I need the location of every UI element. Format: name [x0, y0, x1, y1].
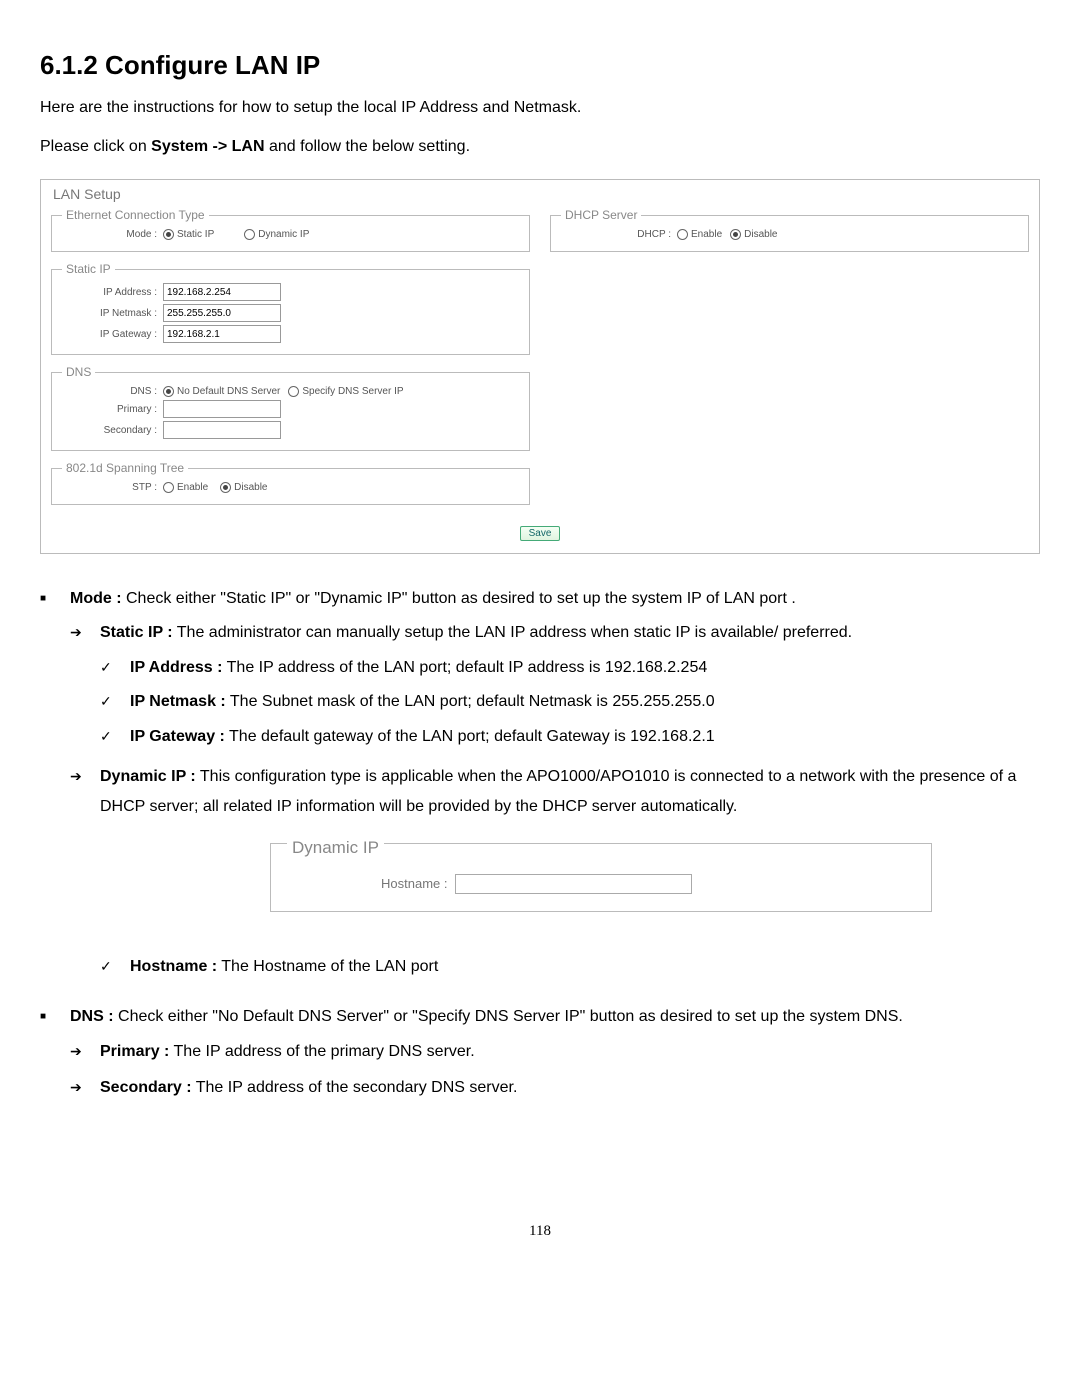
dyn-desc-title: Dynamic IP :: [100, 768, 196, 785]
mode-desc-text: Check either "Static IP" or "Dynamic IP"…: [122, 590, 796, 607]
intro-paragraph-2: Please click on System -> LAN and follow…: [40, 135, 1040, 159]
sec-desc-text: The IP address of the secondary DNS serv…: [192, 1079, 518, 1096]
dhcp-enable-radio[interactable]: [677, 229, 688, 240]
lan-setup-title: LAN Setup: [53, 186, 1029, 202]
stp-label: STP :: [62, 482, 163, 493]
stp-enable-radio[interactable]: [163, 482, 174, 493]
dhcp-disable-radio[interactable]: [730, 229, 741, 240]
ipnet-desc-text: The Subnet mask of the LAN port; default…: [226, 693, 715, 710]
dhcp-legend: DHCP Server: [561, 208, 641, 222]
ip-netmask-desc-item: IP Netmask : The Subnet mask of the LAN …: [100, 687, 1040, 717]
stp-legend: 802.1d Spanning Tree: [62, 461, 188, 475]
prim-desc-text: The IP address of the primary DNS server…: [169, 1043, 474, 1060]
ipaddr-desc-title: IP Address :: [130, 659, 222, 676]
stp-disable-label: Disable: [234, 482, 267, 493]
dyn-desc-text: This configuration type is applicable wh…: [100, 768, 1016, 815]
ip-gateway-label: IP Gateway :: [62, 329, 163, 340]
dns-primary-label: Primary :: [62, 404, 163, 415]
ipaddr-desc-text: The IP address of the LAN port; default …: [222, 659, 707, 676]
hostname-input[interactable]: [455, 874, 692, 894]
dns-legend: DNS: [62, 365, 95, 379]
prim-desc-title: Primary :: [100, 1043, 169, 1060]
static-ip-legend: Static IP: [62, 262, 115, 276]
mode-dynamic-radio[interactable]: [244, 229, 255, 240]
dns-description-item: DNS : Check either "No Default DNS Serve…: [40, 1002, 1040, 1103]
dns-fieldset: DNS DNS : No Default DNS Server Specify …: [51, 365, 530, 451]
host-desc-text: The Hostname of the LAN port: [217, 958, 438, 975]
ip-address-input[interactable]: [163, 283, 281, 301]
dns-no-default-label: No Default DNS Server: [177, 386, 280, 397]
static-ip-fieldset: Static IP IP Address : IP Netmask : IP G…: [51, 262, 530, 355]
ip-address-desc-item: IP Address : The IP address of the LAN p…: [100, 653, 1040, 683]
ipnet-desc-title: IP Netmask :: [130, 693, 226, 710]
page-heading: 6.1.2 Configure LAN IP: [40, 50, 1040, 81]
dns-primary-input[interactable]: [163, 400, 281, 418]
dns-no-default-radio[interactable]: [163, 386, 174, 397]
intro2-bold: System -> LAN: [151, 138, 264, 155]
static-desc-title: Static IP :: [100, 624, 173, 641]
mode-static-label: Static IP: [177, 229, 214, 240]
secondary-desc-item: Secondary : The IP address of the second…: [70, 1073, 1040, 1103]
dynamic-ip-box: Dynamic IP Hostname :: [270, 843, 932, 912]
ipgw-desc-title: IP Gateway :: [130, 728, 225, 745]
dns-specify-label: Specify DNS Server IP: [302, 386, 403, 397]
ip-netmask-input[interactable]: [163, 304, 281, 322]
ip-netmask-label: IP Netmask :: [62, 308, 163, 319]
dhcp-server-fieldset: DHCP Server DHCP : Enable Disable: [550, 208, 1029, 252]
primary-desc-item: Primary : The IP address of the primary …: [70, 1037, 1040, 1067]
dynamic-ip-description-item: Dynamic IP : This configuration type is …: [70, 762, 1040, 982]
intro2-prefix: Please click on: [40, 138, 151, 155]
dhcp-enable-label: Enable: [691, 229, 722, 240]
page-number: 118: [40, 1223, 1040, 1240]
dns-desc-title: DNS :: [70, 1008, 114, 1025]
stp-enable-label: Enable: [177, 482, 208, 493]
ip-gateway-input[interactable]: [163, 325, 281, 343]
lan-setup-panel: LAN Setup Ethernet Connection Type Mode …: [40, 179, 1040, 554]
mode-static-radio[interactable]: [163, 229, 174, 240]
dns-specify-radio[interactable]: [288, 386, 299, 397]
intro2-suffix: and follow the below setting.: [265, 138, 470, 155]
static-ip-description-item: Static IP : The administrator can manual…: [70, 618, 1040, 752]
host-desc-title: Hostname :: [130, 958, 217, 975]
hostname-label: Hostname :: [381, 872, 455, 897]
dns-secondary-input[interactable]: [163, 421, 281, 439]
ethernet-legend: Ethernet Connection Type: [62, 208, 209, 222]
ipgw-desc-text: The default gateway of the LAN port; def…: [225, 728, 715, 745]
spanning-tree-fieldset: 802.1d Spanning Tree STP : Enable Disabl…: [51, 461, 530, 505]
ip-gateway-desc-item: IP Gateway : The default gateway of the …: [100, 722, 1040, 752]
mode-desc-title: Mode :: [70, 590, 122, 607]
ip-address-label: IP Address :: [62, 287, 163, 298]
mode-description-item: Mode : Check either "Static IP" or "Dyna…: [40, 584, 1040, 982]
dhcp-label: DHCP :: [561, 229, 677, 240]
dns-desc-text: Check either "No Default DNS Server" or …: [114, 1008, 903, 1025]
ethernet-connection-type-fieldset: Ethernet Connection Type Mode : Static I…: [51, 208, 530, 252]
intro-paragraph-1: Here are the instructions for how to set…: [40, 96, 1040, 120]
save-button[interactable]: Save: [520, 526, 561, 541]
dynamic-ip-legend: Dynamic IP: [287, 832, 384, 864]
dns-label: DNS :: [62, 386, 163, 397]
static-desc-text: The administrator can manually setup the…: [173, 624, 852, 641]
dhcp-disable-label: Disable: [744, 229, 777, 240]
dns-secondary-label: Secondary :: [62, 425, 163, 436]
mode-dynamic-label: Dynamic IP: [258, 229, 309, 240]
mode-label: Mode :: [62, 229, 163, 240]
sec-desc-title: Secondary :: [100, 1079, 192, 1096]
hostname-desc-item: Hostname : The Hostname of the LAN port: [100, 952, 1040, 982]
stp-disable-radio[interactable]: [220, 482, 231, 493]
